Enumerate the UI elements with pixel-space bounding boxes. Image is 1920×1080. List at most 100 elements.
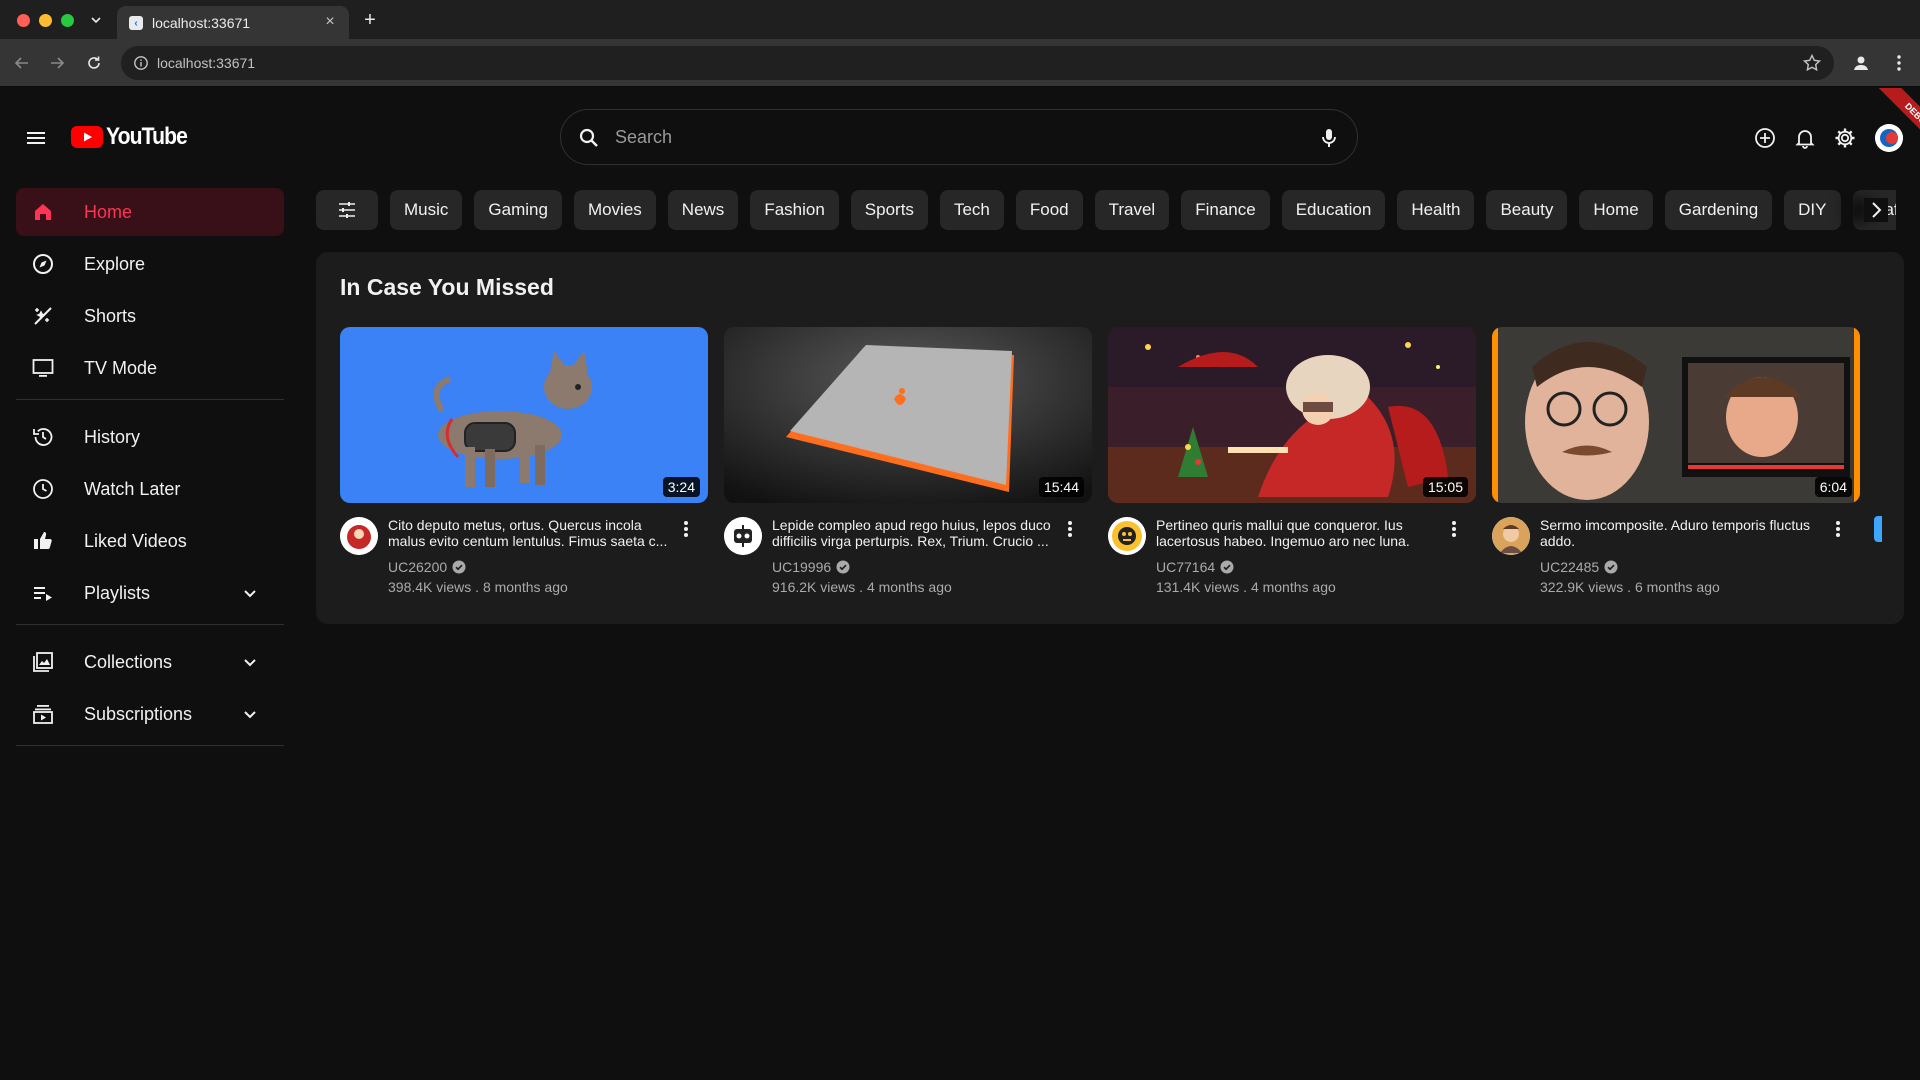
channel-avatar[interactable] xyxy=(724,517,762,555)
reaction-thumbnail-image xyxy=(1492,327,1860,503)
lofi-christmas-thumbnail-image xyxy=(1108,327,1476,503)
sidebar-item-explore[interactable]: Explore xyxy=(16,240,284,288)
microphone-icon[interactable] xyxy=(1317,126,1341,150)
video-thumbnail[interactable]: 6:04 xyxy=(1492,327,1860,503)
category-chip-bar: Music Gaming Movies News Fashion Sports … xyxy=(316,190,1896,230)
user-avatar[interactable] xyxy=(1875,124,1903,152)
video-card[interactable]: 15:05 Pertineo quris mallui que conquero… xyxy=(1108,327,1476,599)
sidebar-item-history[interactable]: History xyxy=(16,413,284,461)
sidebar-item-label: Watch Later xyxy=(84,479,181,499)
chip-gaming[interactable]: Gaming xyxy=(474,190,562,230)
chip-finance[interactable]: Finance xyxy=(1181,190,1270,230)
chip-home[interactable]: Home xyxy=(1579,190,1653,230)
video-card[interactable]: 3:24 Cito deputo metus, ortus. Quercus i… xyxy=(340,327,708,599)
chevron-right-icon[interactable] xyxy=(1864,198,1888,222)
chip-health[interactable]: Health xyxy=(1397,190,1475,230)
video-card[interactable]: 6:04 Sermo imcomposite. Aduro temporis f… xyxy=(1492,327,1860,599)
channel-avatar[interactable] xyxy=(1108,517,1146,555)
chip-news[interactable]: News xyxy=(667,190,739,230)
youtube-logo[interactable]: YouTube xyxy=(71,122,198,152)
video-thumbnail[interactable]: 3:24 xyxy=(340,327,708,503)
chip-education[interactable]: Education xyxy=(1281,190,1386,230)
sidebar-item-label: Home xyxy=(84,202,133,222)
video-title[interactable]: Sermo imcomposite. Aduro temporis fluctu… xyxy=(1540,517,1830,549)
video-thumbnail[interactable]: 15:44 xyxy=(724,327,1092,503)
notifications-bell-icon[interactable] xyxy=(1793,126,1817,150)
video-thumbnail[interactable]: 15:05 xyxy=(1108,327,1476,503)
browser-menu-icon[interactable] xyxy=(1887,51,1911,75)
compass-icon xyxy=(31,252,55,276)
chip-beauty[interactable]: Beauty xyxy=(1486,190,1568,230)
video-meta: Lepide compleo apud rego huius, lepos du… xyxy=(724,503,1092,599)
tab-close-icon[interactable]: × xyxy=(321,13,339,31)
history-icon xyxy=(31,425,55,449)
reload-icon[interactable] xyxy=(82,51,106,75)
thumbs-up-icon xyxy=(31,529,55,553)
chevron-down-icon[interactable] xyxy=(240,652,260,672)
video-title[interactable]: Lepide compleo apud rego huius, lepos du… xyxy=(772,517,1062,549)
video-stats: 398.4K views . 8 months ago xyxy=(388,579,568,595)
tab-search-dropdown-icon[interactable] xyxy=(86,10,106,30)
more-vertical-icon[interactable] xyxy=(1828,517,1848,541)
chip-tech[interactable]: Tech xyxy=(939,190,1004,230)
chip-movies[interactable]: Movies xyxy=(573,190,656,230)
channel-name[interactable]: UC19996 xyxy=(772,559,831,575)
chip-travel[interactable]: Travel xyxy=(1094,190,1170,230)
search-box[interactable] xyxy=(560,109,1358,165)
video-duration: 3:24 xyxy=(662,477,700,497)
sidebar-item-playlists[interactable]: Playlists xyxy=(16,569,284,617)
bookmark-star-icon[interactable] xyxy=(1802,53,1822,73)
search-icon[interactable] xyxy=(577,126,601,150)
window-maximize-button[interactable] xyxy=(61,14,74,27)
address-bar[interactable]: localhost:33671 xyxy=(121,46,1834,80)
menu-hamburger-icon[interactable] xyxy=(24,126,48,150)
collections-icon xyxy=(31,650,55,674)
chip-fashion[interactable]: Fashion xyxy=(750,190,839,230)
more-vertical-icon[interactable] xyxy=(676,517,696,541)
search-input[interactable] xyxy=(615,124,1295,150)
chip-gardening[interactable]: Gardening xyxy=(1664,190,1773,230)
site-info-icon[interactable] xyxy=(133,55,149,71)
sidebar-item-watch-later[interactable]: Watch Later xyxy=(16,465,284,513)
video-title[interactable]: Pertineo quris mallui que conqueror. Ius… xyxy=(1156,517,1446,549)
more-vertical-icon[interactable] xyxy=(1060,517,1080,541)
sidebar-item-label: Subscriptions xyxy=(84,704,193,724)
filter-sliders-icon[interactable] xyxy=(316,190,378,230)
back-arrow-icon[interactable] xyxy=(10,51,34,75)
video-stats: 131.4K views . 4 months ago xyxy=(1156,579,1336,595)
forward-arrow-icon[interactable] xyxy=(45,51,69,75)
chevron-down-icon[interactable] xyxy=(240,704,260,724)
sidebar-item-home[interactable]: Home xyxy=(16,188,284,236)
video-card[interactable]: 15:44 Lepide compleo apud rego huius, le… xyxy=(724,327,1092,599)
chip-food[interactable]: Food xyxy=(1015,190,1083,230)
sidebar-item-shorts[interactable]: Shorts xyxy=(16,292,284,340)
channel-avatar[interactable] xyxy=(340,517,378,555)
sidebar-item-tv-mode[interactable]: TV Mode xyxy=(16,344,284,392)
channel-avatar[interactable] xyxy=(1492,517,1530,555)
channel-name[interactable]: UC22485 xyxy=(1540,559,1599,575)
channel-name[interactable]: UC77164 xyxy=(1156,559,1215,575)
video-meta: Pertineo quris mallui que conqueror. Ius… xyxy=(1108,503,1476,599)
window-minimize-button[interactable] xyxy=(39,14,52,27)
window-close-button[interactable] xyxy=(17,14,30,27)
youtube-app: YouTube DEBUG xyxy=(0,88,1920,1080)
sidebar-item-liked-videos[interactable]: Liked Videos xyxy=(16,517,284,565)
clock-icon xyxy=(31,477,55,501)
chip-music[interactable]: Music xyxy=(390,190,463,230)
sidebar: Home Explore Shorts TV Mode History Watc… xyxy=(16,188,284,759)
browser-profile-icon[interactable] xyxy=(1849,51,1873,75)
next-card-peek[interactable] xyxy=(1874,516,1882,542)
sidebar-item-collections[interactable]: Collections xyxy=(16,638,284,686)
chip-diy[interactable]: DIY xyxy=(1784,190,1841,230)
browser-tab[interactable]: ‹ localhost:33671 × xyxy=(117,6,349,39)
chevron-down-icon[interactable] xyxy=(240,583,260,603)
channel-name[interactable]: UC26200 xyxy=(388,559,447,575)
settings-gear-icon[interactable] xyxy=(1833,126,1857,150)
video-duration: 6:04 xyxy=(1814,477,1852,497)
sidebar-item-subscriptions[interactable]: Subscriptions xyxy=(16,690,284,738)
chip-sports[interactable]: Sports xyxy=(850,190,928,230)
video-title[interactable]: Cito deputo metus, ortus. Quercus incola… xyxy=(388,517,678,549)
more-vertical-icon[interactable] xyxy=(1444,517,1464,541)
create-plus-icon[interactable] xyxy=(1753,126,1777,150)
new-tab-button[interactable]: + xyxy=(359,9,381,31)
